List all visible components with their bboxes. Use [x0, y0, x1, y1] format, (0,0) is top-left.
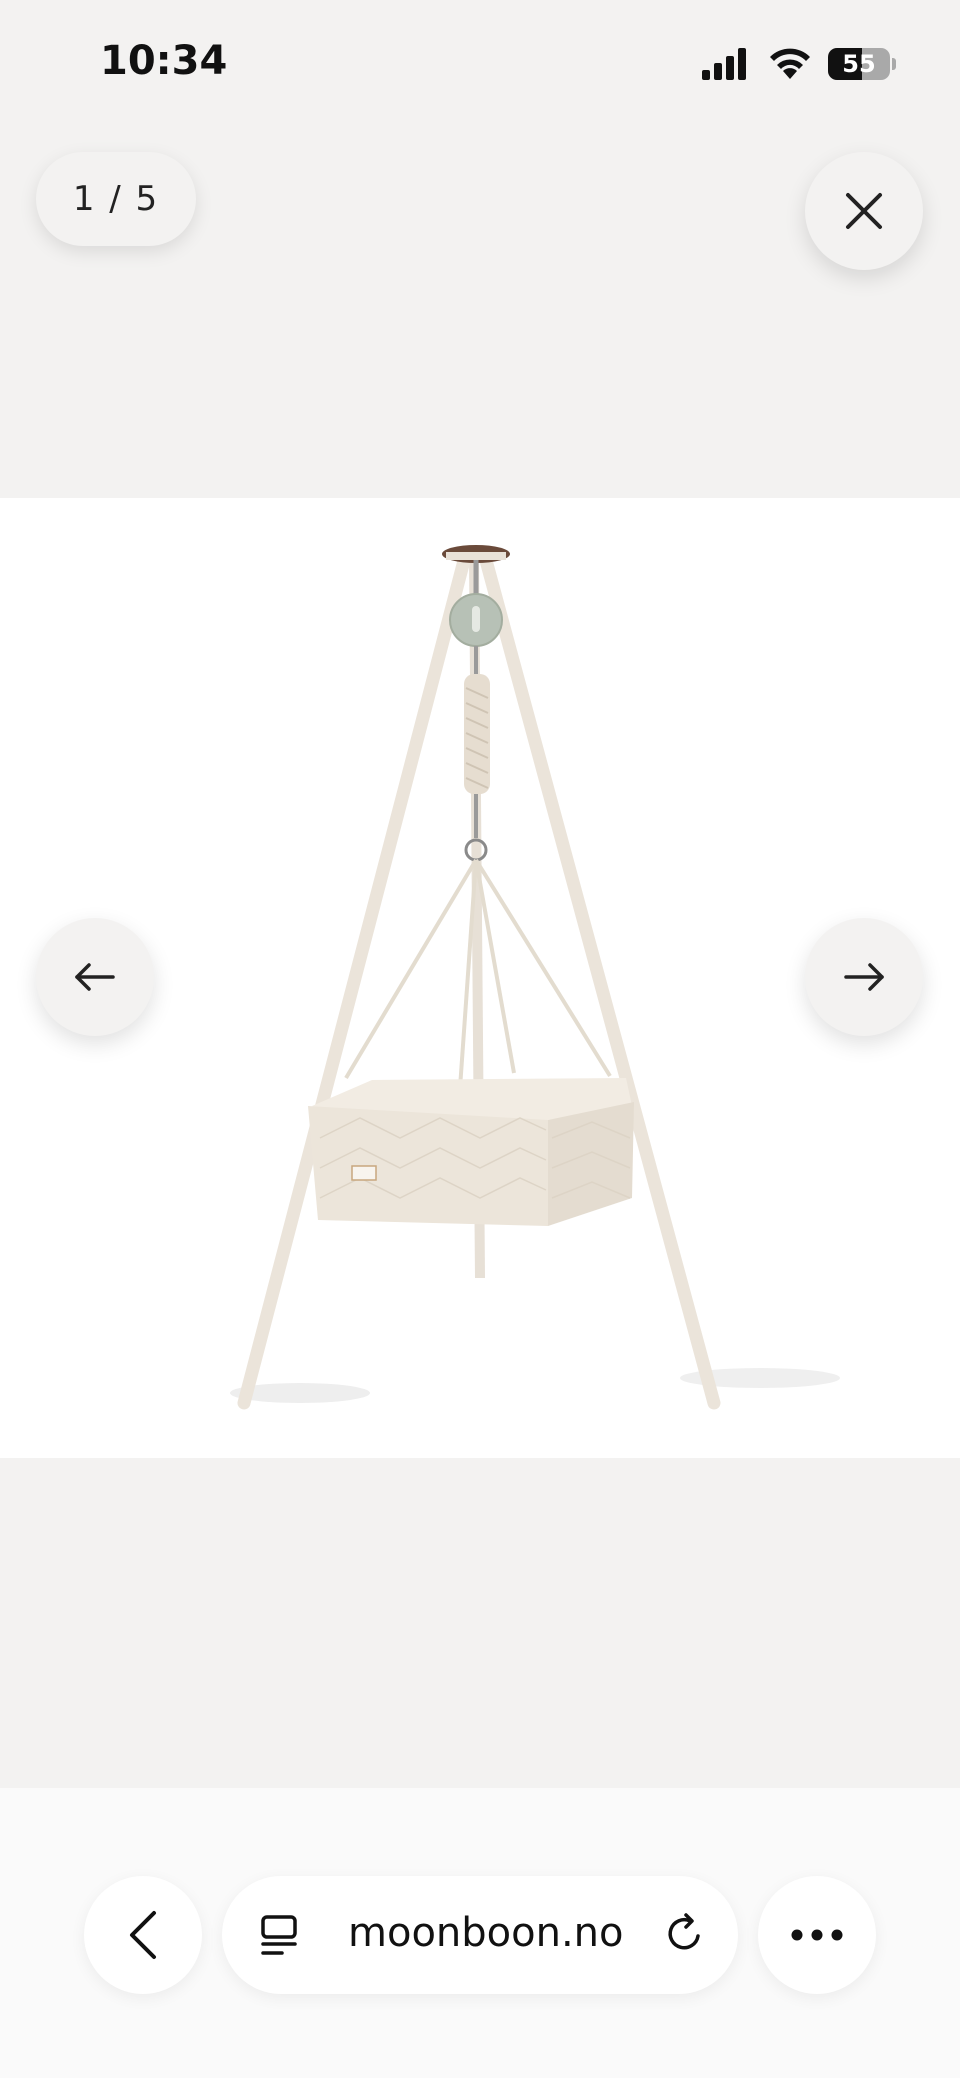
close-button[interactable] — [805, 152, 923, 270]
more-icon — [791, 1929, 843, 1941]
tabs-icon — [261, 1915, 297, 1955]
wifi-icon — [770, 48, 810, 79]
next-image-button[interactable] — [805, 918, 923, 1036]
previous-image-button[interactable] — [36, 918, 154, 1036]
battery-icon: 55 — [828, 48, 896, 80]
url-text: moonboon.no — [348, 1910, 624, 1956]
arrow-left-icon — [75, 963, 115, 991]
close-icon — [846, 193, 882, 229]
status-time: 10:34 — [100, 38, 228, 84]
arrow-right-icon — [844, 963, 884, 991]
chevron-left-icon — [130, 1911, 156, 1959]
status-bar: 10:34 55 — [0, 0, 960, 130]
signal-icon — [702, 48, 746, 80]
battery-level: 55 — [828, 48, 890, 80]
reload-icon[interactable] — [662, 1912, 706, 1956]
more-options-button[interactable] — [758, 1876, 876, 1994]
image-counter: 1 / 5 — [36, 152, 196, 246]
browser-back-button[interactable] — [84, 1876, 202, 1994]
address-bar[interactable]: moonboon.no — [222, 1876, 738, 1994]
